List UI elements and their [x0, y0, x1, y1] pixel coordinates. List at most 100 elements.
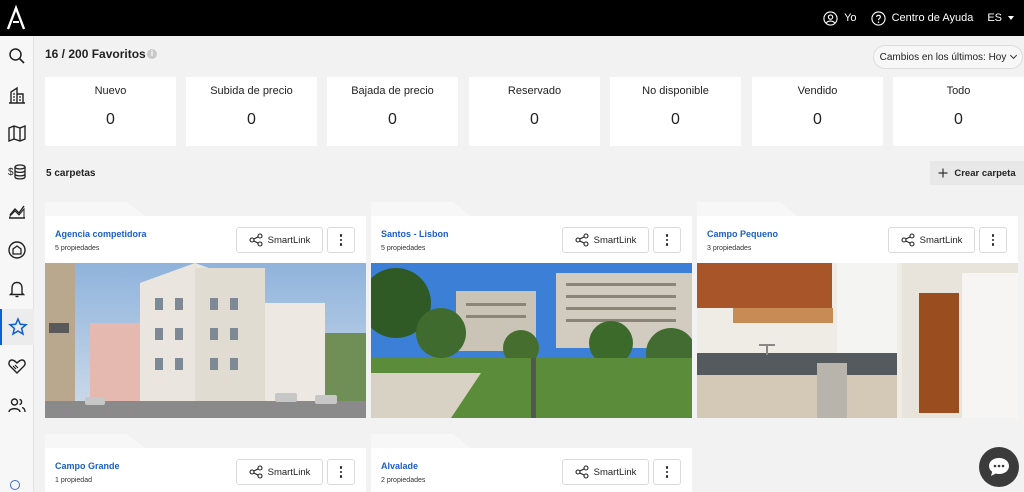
- handshake-icon: [8, 359, 26, 374]
- folder-property-count: 5 propiedades: [55, 245, 100, 252]
- folder-card[interactable]: Alvalade 2 propiedades SmartLink: [371, 448, 692, 492]
- sidebar-item-alerts[interactable]: [0, 271, 34, 307]
- user-menu[interactable]: Yo: [823, 10, 857, 26]
- stat-card-new[interactable]: Nuevo 0: [45, 77, 176, 146]
- stat-card-price-up[interactable]: Subida de precio 0: [186, 77, 317, 146]
- folder-tab: [45, 202, 145, 216]
- stat-card-unavailable[interactable]: No disponible 0: [610, 77, 741, 146]
- more-icon: [339, 234, 343, 237]
- caret-down-icon: [1008, 16, 1014, 20]
- logo-icon[interactable]: [6, 5, 26, 31]
- language-selector[interactable]: ES: [987, 12, 1014, 24]
- folder-name[interactable]: Campo Grande: [55, 461, 120, 471]
- stat-value: 0: [530, 111, 539, 128]
- sidebar-item-map[interactable]: [0, 115, 34, 151]
- stat-value: 0: [954, 111, 963, 128]
- folder-name[interactable]: Agencia competidora: [55, 229, 147, 239]
- sidebar-item-finance[interactable]: $: [0, 154, 34, 190]
- more-icon: [339, 466, 343, 469]
- stat-card-reserved[interactable]: Reservado 0: [469, 77, 600, 146]
- sidebar-item-valuation[interactable]: [0, 232, 34, 268]
- folder-property-count: 2 propiedades: [381, 477, 426, 484]
- sidebar-item-market[interactable]: [0, 193, 34, 229]
- page-title: 16 / 200 Favoritos: [45, 47, 146, 61]
- folder-cover-image: [371, 263, 692, 418]
- buildings-icon: [9, 86, 25, 104]
- more-options-button[interactable]: [327, 227, 355, 253]
- more-options-button[interactable]: [327, 459, 355, 485]
- info-icon[interactable]: [10, 480, 20, 490]
- smartlink-label: SmartLink: [593, 234, 637, 246]
- stat-card-all[interactable]: Todo 0: [893, 77, 1024, 146]
- changes-filter-dropdown[interactable]: Cambios en los últimos: Hoy: [873, 45, 1023, 69]
- sidebar-item-search[interactable]: [0, 38, 34, 74]
- smartlink-label: SmartLink: [919, 234, 963, 246]
- more-options-button[interactable]: [653, 227, 681, 253]
- changes-filter-label: Cambios en los últimos: Hoy: [879, 51, 1007, 63]
- share-icon: [575, 233, 589, 247]
- share-icon: [249, 465, 263, 479]
- folder-tab: [371, 202, 471, 216]
- stat-value: 0: [106, 111, 115, 128]
- folder-card[interactable]: Agencia competidora 5 propiedades SmartL…: [45, 216, 366, 418]
- share-icon: [575, 465, 589, 479]
- chart-icon: [9, 205, 25, 219]
- star-icon: [8, 317, 28, 336]
- info-icon[interactable]: i: [147, 49, 157, 59]
- help-label: Centro de Ayuda: [891, 12, 974, 24]
- plus-icon: [938, 168, 948, 178]
- help-icon: [870, 10, 886, 26]
- user-icon: [823, 10, 838, 26]
- folder-tab: [371, 434, 471, 448]
- sidebar: $: [0, 36, 34, 492]
- stat-card-price-down[interactable]: Bajada de precio 0: [327, 77, 458, 146]
- bell-icon: [8, 281, 26, 298]
- folders-count: 5 carpetas: [46, 168, 96, 179]
- share-icon: [901, 233, 915, 247]
- folder-cover-image: [697, 263, 1018, 418]
- chat-button[interactable]: [979, 447, 1019, 487]
- more-options-button[interactable]: [979, 227, 1007, 253]
- share-icon: [249, 233, 263, 247]
- more-icon: [665, 466, 669, 469]
- smartlink-button[interactable]: SmartLink: [562, 227, 649, 253]
- folder-card[interactable]: Campo Grande 1 propiedad SmartLink: [45, 448, 366, 492]
- users-icon: [8, 398, 26, 413]
- svg-text:$: $: [8, 167, 14, 178]
- folder-name[interactable]: Santos - Lisbon: [381, 229, 449, 239]
- folder-name[interactable]: Campo Pequeno: [707, 229, 778, 239]
- smartlink-button[interactable]: SmartLink: [562, 459, 649, 485]
- sidebar-item-deals[interactable]: [0, 348, 34, 384]
- more-icon: [665, 234, 669, 237]
- map-icon: [8, 124, 26, 143]
- folder-card[interactable]: Campo Pequeno 3 propiedades SmartLink: [697, 216, 1018, 418]
- smartlink-button[interactable]: SmartLink: [236, 459, 323, 485]
- folder-tab: [45, 434, 145, 448]
- help-center-link[interactable]: Centro de Ayuda: [870, 10, 974, 26]
- folder-tab: [697, 202, 797, 216]
- sidebar-item-favorites[interactable]: [0, 309, 34, 345]
- smartlink-label: SmartLink: [267, 466, 311, 478]
- more-options-button[interactable]: [653, 459, 681, 485]
- stat-label: Vendido: [797, 85, 838, 97]
- stat-label: Reservado: [507, 85, 562, 97]
- stat-label: Subida de precio: [210, 85, 293, 97]
- language-label: ES: [987, 12, 1002, 24]
- folder-property-count: 5 propiedades: [381, 245, 426, 252]
- stat-value: 0: [813, 111, 822, 128]
- stat-value: 0: [247, 111, 256, 128]
- folder-cover-image: [45, 263, 366, 418]
- folder-name[interactable]: Alvalade: [381, 461, 418, 471]
- search-icon: [9, 48, 25, 64]
- top-bar: Yo Centro de Ayuda ES: [0, 0, 1024, 36]
- sidebar-item-buildings[interactable]: [0, 77, 34, 113]
- smartlink-button[interactable]: SmartLink: [236, 227, 323, 253]
- create-folder-button[interactable]: Crear carpeta: [930, 161, 1024, 185]
- smartlink-button[interactable]: SmartLink: [888, 227, 975, 253]
- stat-card-sold[interactable]: Vendido 0: [752, 77, 883, 146]
- chat-icon: [989, 458, 1009, 476]
- create-folder-label: Crear carpeta: [954, 167, 1016, 179]
- sidebar-item-contacts[interactable]: [0, 387, 34, 423]
- folder-card[interactable]: Santos - Lisbon 5 propiedades SmartLink: [371, 216, 692, 418]
- smartlink-label: SmartLink: [593, 466, 637, 478]
